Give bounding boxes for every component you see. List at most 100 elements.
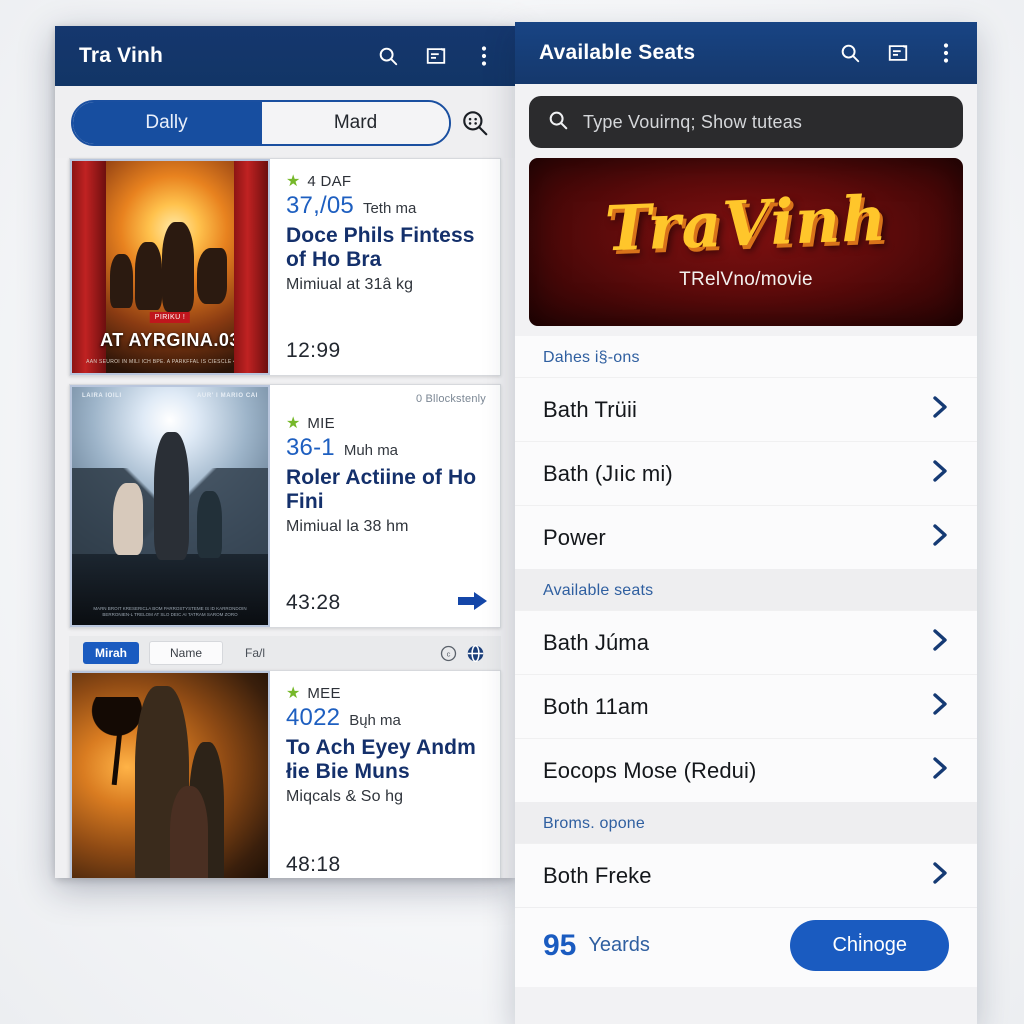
poster-credit-right: AUR' I MARIO CAI [196, 393, 258, 399]
chip-mirah[interactable]: Mirah [83, 642, 140, 664]
rating-row: ★ MEE [286, 685, 484, 702]
strip-icons: c [439, 643, 485, 663]
poster-title: AT AYRGINA.03 [100, 330, 240, 350]
right-app-panel: Available Seats Type Vouirnq; Show tutea… [515, 22, 977, 1024]
search-icon [547, 109, 569, 136]
svg-text:c: c [446, 649, 450, 658]
showtime: 12:99 [286, 339, 341, 362]
movie-title: To Ach Eyey Andm łie Bie Muns [286, 736, 476, 783]
list-item[interactable]: Bath Júma [515, 610, 977, 674]
chevron-right-icon [931, 691, 949, 722]
seat-count-label: Yeards [588, 934, 650, 956]
price-unit: Muh ma [343, 442, 399, 459]
showtime: 48:18 [286, 853, 341, 876]
price-unit: Bųh ma [349, 712, 401, 729]
seat-count: 95 [543, 928, 577, 962]
left-app-panel: Tra Vinh Dally Mard PIRIKU ! AT AYRGINA.… [55, 26, 515, 878]
movie-poster-image: PIRIKU ! AT AYRGINA.03 AAN SEUROI IN MIL… [70, 159, 270, 375]
chevron-right-icon [931, 755, 949, 786]
overflow-menu-icon[interactable] [471, 43, 497, 69]
poster-badge: PIRIKU ! [149, 312, 191, 323]
movie-subtitle: Miqcals & So hg [286, 787, 404, 805]
list-item-label: Bath Trüii [543, 396, 637, 422]
banner-subtitle: TRelVno/movie [679, 269, 813, 290]
tab-mard[interactable]: Mard [260, 102, 449, 144]
footer-row: 95 Yeards Chi̇noge [515, 907, 977, 987]
left-appbar: Tra Vinh [55, 26, 515, 86]
movie-card[interactable]: LAIRA IOILI AUR' I MARIO CAI MARN BROIT … [69, 384, 501, 628]
note-card-icon[interactable] [423, 43, 449, 69]
section-header: Available seats [515, 569, 977, 610]
movie-card[interactable]: PIRIKU ! AT AYRGINA.03 AAN SEUROI IN MIL… [69, 158, 501, 376]
search-section: Type Vouirnq; Show tuteas [515, 84, 977, 156]
price-unit: Teth ma [362, 200, 417, 217]
list-item[interactable]: Bath (Jıic mi) [515, 441, 977, 505]
movie-poster-image [70, 671, 270, 878]
movie-subtitle: Mimiual la 38 hm [286, 517, 409, 535]
banner-section: TraVinh TRelVno/movie [515, 156, 977, 336]
chevron-right-icon [931, 627, 949, 658]
search-icon[interactable] [837, 40, 863, 66]
price-value: 36-1 [286, 434, 335, 461]
tab-dally[interactable]: Dally [73, 102, 260, 144]
chip-filter-strip: Mirah Name Fa/l c [69, 636, 501, 670]
list-item[interactable]: Eocops Mose (Redui) [515, 738, 977, 802]
note-card-icon[interactable] [885, 40, 911, 66]
tab-row: Dally Mard [55, 86, 515, 158]
chevron-right-icon [931, 458, 949, 489]
right-appbar-title: Available Seats [539, 41, 696, 64]
poster-credits: AAN SEUROI IN MILI ICH BPE. A PARKFFAL I… [86, 359, 254, 365]
rating-row: ★ 4 DAF [286, 173, 484, 190]
movie-title: Roler Actiine of Ho Fini [286, 466, 477, 513]
movie-card-meta: ★ MEE 4022 Bųh ma To Ach Eyey Andm łie B… [270, 671, 500, 878]
rating-label: 4 DAF [307, 173, 352, 190]
section-dahes: Dahes i§-ons Bath Trüii Bath (Jıic mi) P… [515, 336, 977, 569]
search-icon[interactable] [375, 43, 401, 69]
segmented-control[interactable]: Dally Mard [71, 100, 451, 146]
price-row: 36-1 Muh ma [286, 434, 484, 462]
globe-icon[interactable] [465, 643, 485, 663]
chevron-right-icon [931, 860, 949, 891]
price-row: 37,/05 Teth ma [286, 192, 484, 220]
movie-card[interactable]: ★ MEE 4022 Bųh ma To Ach Eyey Andm łie B… [69, 670, 501, 878]
star-icon: ★ [286, 414, 301, 432]
next-arrow-icon[interactable] [458, 589, 488, 613]
search-placeholder: Type Vouirnq; Show tuteas [583, 111, 803, 132]
filter-search-icon[interactable] [451, 108, 499, 138]
section-broms-opone: Broms. opone Both Freke 95 Yeards Chi̇no… [515, 802, 977, 987]
list-item[interactable]: Both Freke [515, 843, 977, 907]
poster-credits: MARN BROIT KRESERICLA BOM PARROSTYSTEME … [93, 605, 247, 618]
list-item[interactable]: Both 11am [515, 674, 977, 738]
change-button[interactable]: Chi̇noge [790, 920, 949, 971]
chip-name[interactable]: Name [149, 641, 224, 665]
price-value: 37,/05 [286, 192, 354, 219]
star-icon: ★ [286, 172, 301, 190]
search-input[interactable]: Type Vouirnq; Show tuteas [529, 96, 963, 148]
list-item[interactable]: Power [515, 505, 977, 569]
showtime: 43:28 [286, 591, 341, 614]
poster-figures [102, 220, 238, 318]
list-item-label: Eocops Mose (Redui) [543, 757, 757, 783]
copyright-icon[interactable]: c [439, 644, 457, 662]
chip-fal[interactable]: Fa/l [233, 642, 277, 664]
movie-card-list: PIRIKU ! AT AYRGINA.03 AAN SEUROI IN MIL… [55, 158, 515, 878]
right-appbar: Available Seats [515, 22, 977, 84]
banner-logo-text: TraVinh [603, 181, 889, 266]
poster-top-credits: LAIRA IOILI AUR' I MARIO CAI [82, 393, 258, 399]
poster-figures [102, 430, 238, 563]
promo-banner[interactable]: TraVinh TRelVno/movie [529, 158, 963, 326]
movie-title: Doce Phils Fintess of Ho Bra [286, 224, 475, 271]
movie-poster-image: LAIRA IOILI AUR' I MARIO CAI MARN BROIT … [70, 385, 270, 627]
list-item-label: Bath Júma [543, 629, 650, 655]
overflow-menu-icon[interactable] [933, 40, 959, 66]
rating-row: ★ MIE [286, 415, 484, 432]
list-item[interactable]: Bath Trüii [515, 377, 977, 441]
list-item-label: Bath (Jıic mi) [543, 460, 673, 486]
left-appbar-title: Tra Vinh [79, 44, 164, 67]
chevron-right-icon [931, 394, 949, 425]
poster-figures [102, 685, 238, 878]
card-corner-label: 0 Bllockstenly [415, 393, 486, 405]
screenshot-canvas: Tra Vinh Dally Mard PIRIKU ! AT AYRGINA.… [0, 0, 1024, 1024]
section-header: Broms. opone [515, 802, 977, 843]
rating-label: MIE [307, 415, 335, 432]
